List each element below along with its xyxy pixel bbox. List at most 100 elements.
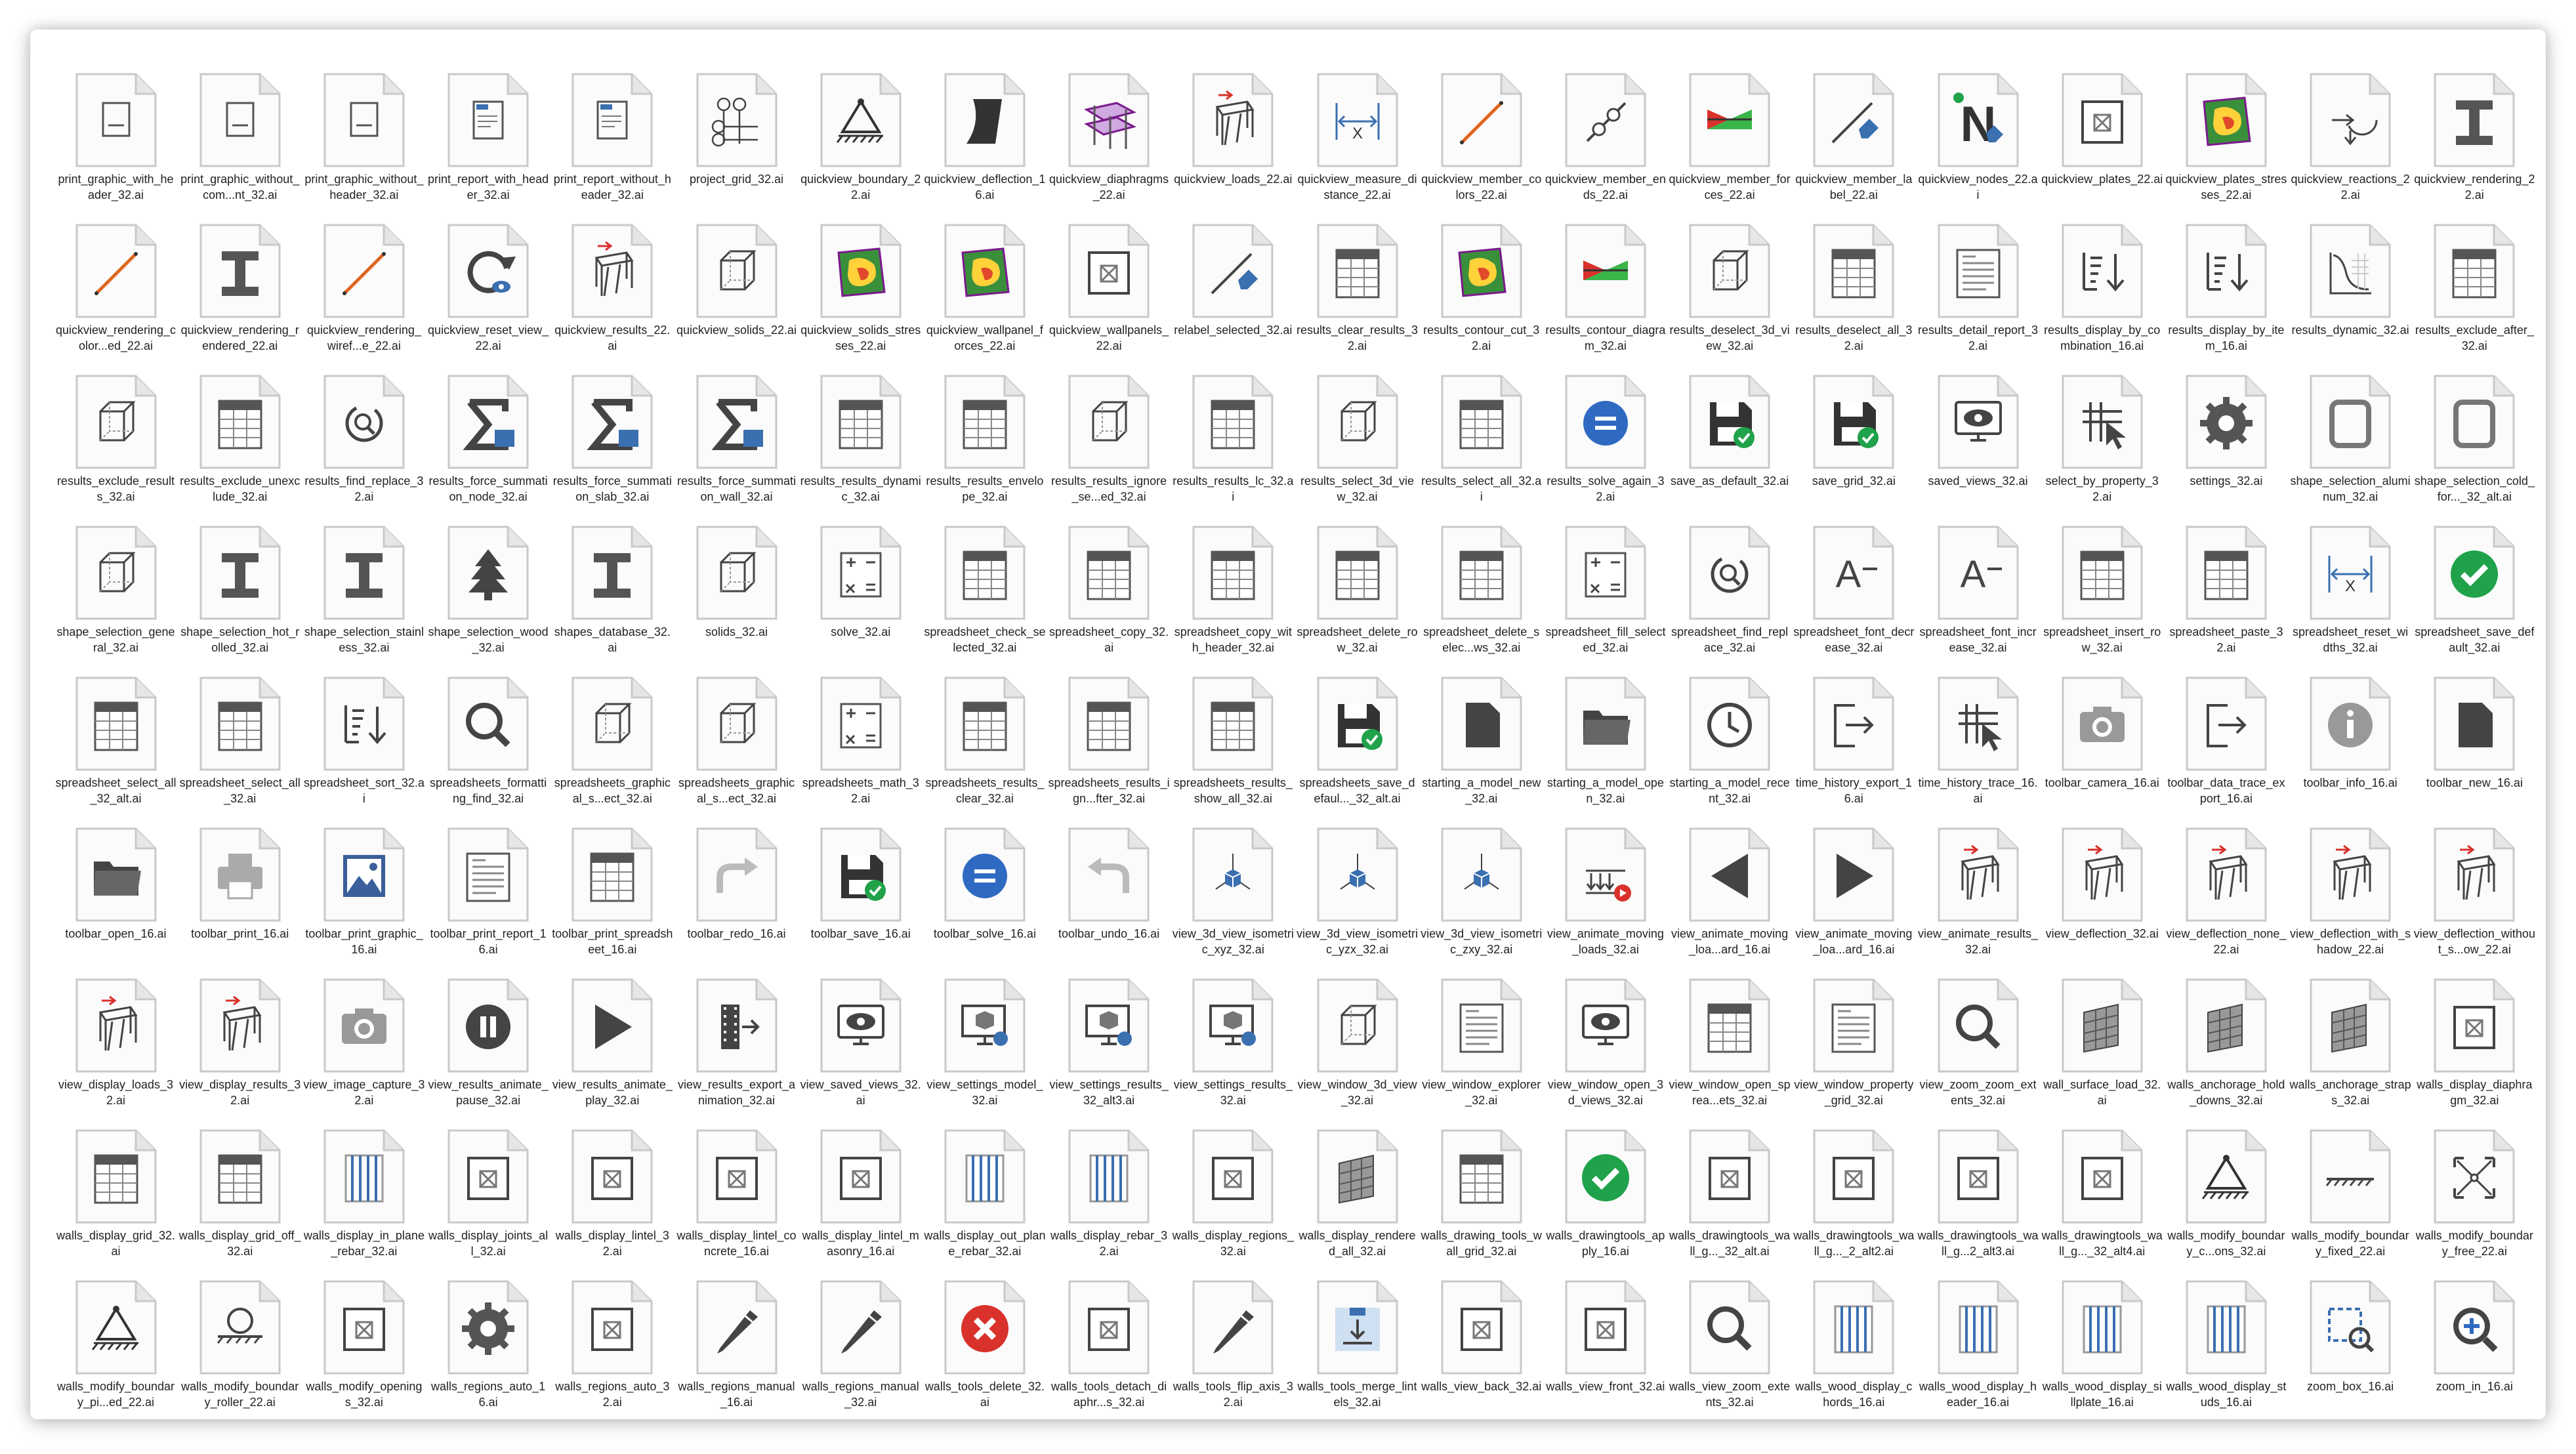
file-item[interactable]: results_exclude_unexclude_32.ai bbox=[177, 354, 302, 505]
file-item[interactable]: starting_a_model_new_32.ai bbox=[1419, 655, 1544, 806]
file-item[interactable]: spreadsheet_delete_row_32.ai bbox=[1295, 505, 1420, 655]
file-item[interactable]: select_by_property_32.ai bbox=[2039, 354, 2165, 505]
file-item[interactable]: quickview_member_ends_22.ai bbox=[1543, 52, 1668, 203]
file-item[interactable]: results_deselect_all_32.ai bbox=[1791, 203, 1917, 354]
file-item[interactable]: print_report_with_header_32.ai bbox=[426, 52, 551, 203]
file-item[interactable]: walls_modify_boundary_fixed_22.ai bbox=[2288, 1108, 2413, 1259]
file-item[interactable]: quickview_deflection_16.ai bbox=[922, 52, 1047, 203]
file-item[interactable]: view_window_3d_view_32.ai bbox=[1295, 957, 1420, 1108]
file-item[interactable]: walls_drawingtools_wall_g..._2_alt2.ai bbox=[1791, 1108, 1917, 1259]
file-item[interactable]: zoom_in_16.ai bbox=[2412, 1259, 2537, 1410]
file-item[interactable]: results_exclude_after_32.ai bbox=[2412, 203, 2537, 354]
file-item[interactable]: view_settings_results_32_alt3.ai bbox=[1047, 957, 1172, 1108]
file-item[interactable]: view_deflection_32.ai bbox=[2039, 806, 2165, 957]
file-item[interactable]: walls_tools_detach_diaphr...s_32.ai bbox=[1047, 1259, 1172, 1410]
file-item[interactable]: walls_tools_merge_lintels_32.ai bbox=[1295, 1259, 1420, 1410]
file-item[interactable]: quickview_diaphragms_22.ai bbox=[1047, 52, 1172, 203]
file-item[interactable]: quickview_reactions_22.ai bbox=[2288, 52, 2413, 203]
file-item[interactable]: view_image_capture_32.ai bbox=[301, 957, 426, 1108]
file-item[interactable]: walls_wood_display_studs_16.ai bbox=[2163, 1259, 2289, 1410]
file-item[interactable]: walls_wood_display_chords_16.ai bbox=[1791, 1259, 1917, 1410]
file-item[interactable]: zoom_box_16.ai bbox=[2288, 1259, 2413, 1410]
file-item[interactable]: walls_view_back_32.ai bbox=[1419, 1259, 1544, 1410]
file-item[interactable]: walls_display_in_plane_rebar_32.ai bbox=[301, 1108, 426, 1259]
file-item[interactable]: toolbar_camera_16.ai bbox=[2039, 655, 2165, 806]
file-item[interactable]: walls_display_rendered_all_32.ai bbox=[1295, 1108, 1420, 1259]
file-item[interactable]: quickview_rendering_22.ai bbox=[2412, 52, 2537, 203]
file-item[interactable]: walls_modify_boundary_roller_22.ai bbox=[177, 1259, 302, 1410]
file-item[interactable]: view_window_open_sprea...ets_32.ai bbox=[1667, 957, 1793, 1108]
file-item[interactable]: view_results_export_animation_32.ai bbox=[674, 957, 799, 1108]
file-item[interactable]: walls_wood_display_sillplate_16.ai bbox=[2039, 1259, 2165, 1410]
file-item[interactable]: spreadsheet_select_all_32_alt.ai bbox=[53, 655, 178, 806]
file-item[interactable]: wall_surface_load_32.ai bbox=[2039, 957, 2165, 1108]
file-item[interactable]: spreadsheets_results_show_all_32.ai bbox=[1171, 655, 1296, 806]
file-item[interactable]: view_results_animate_play_32.ai bbox=[550, 957, 675, 1108]
file-item[interactable]: view_window_open_3d_views_32.ai bbox=[1543, 957, 1668, 1108]
file-item[interactable]: save_as_default_32.ai bbox=[1667, 354, 1793, 505]
file-item[interactable]: view_results_animate_pause_32.ai bbox=[426, 957, 551, 1108]
file-item[interactable]: spreadsheet_fill_selected_32.ai bbox=[1543, 505, 1668, 655]
file-item[interactable]: results_force_summation_slab_32.ai bbox=[550, 354, 675, 505]
file-item[interactable]: spreadsheets_math_32.ai bbox=[798, 655, 923, 806]
file-item[interactable]: quickview_member_forces_22.ai bbox=[1667, 52, 1793, 203]
file-item[interactable]: toolbar_data_trace_export_16.ai bbox=[2163, 655, 2289, 806]
file-item[interactable]: view_settings_results_32.ai bbox=[1171, 957, 1296, 1108]
file-item[interactable]: walls_tools_delete_32.ai bbox=[922, 1259, 1047, 1410]
file-item[interactable]: results_results_ignore_se...ed_32.ai bbox=[1047, 354, 1172, 505]
file-item[interactable]: shape_selection_aluminum_32.ai bbox=[2288, 354, 2413, 505]
file-item[interactable]: toolbar_print_report_16.ai bbox=[426, 806, 551, 957]
file-item[interactable]: results_contour_cut_32.ai bbox=[1419, 203, 1544, 354]
file-item[interactable]: view_display_results_32.ai bbox=[177, 957, 302, 1108]
file-item[interactable]: view_display_loads_32.ai bbox=[53, 957, 178, 1108]
file-item[interactable]: spreadsheet_insert_row_32.ai bbox=[2039, 505, 2165, 655]
file-item[interactable]: walls_display_lintel_masonry_16.ai bbox=[798, 1108, 923, 1259]
file-item[interactable]: view_animate_moving_loa...ard_16.ai bbox=[1791, 806, 1917, 957]
file-item[interactable]: saved_views_32.ai bbox=[1915, 354, 2041, 505]
file-item[interactable]: view_window_property_grid_32.ai bbox=[1791, 957, 1917, 1108]
file-item[interactable]: spreadsheet_copy_32.ai bbox=[1047, 505, 1172, 655]
file-item[interactable]: shape_selection_cold_for..._32_alt.ai bbox=[2412, 354, 2537, 505]
file-item[interactable]: walls_display_lintel_concrete_16.ai bbox=[674, 1108, 799, 1259]
file-item[interactable]: quickview_wallpanels_22.ai bbox=[1047, 203, 1172, 354]
file-item[interactable]: walls_display_rebar_32.ai bbox=[1047, 1108, 1172, 1259]
file-item[interactable]: view_window_explorer_32.ai bbox=[1419, 957, 1544, 1108]
file-item[interactable]: walls_regions_manual_32.ai bbox=[798, 1259, 923, 1410]
file-item[interactable]: solve_32.ai bbox=[798, 505, 923, 655]
file-item[interactable]: walls_drawingtools_wall_g..._32_alt.ai bbox=[1667, 1108, 1793, 1259]
file-item[interactable]: print_graphic_with_header_32.ai bbox=[53, 52, 178, 203]
file-item[interactable]: quickview_rendering_color...ed_22.ai bbox=[53, 203, 178, 354]
file-item[interactable]: settings_32.ai bbox=[2163, 354, 2289, 505]
file-item[interactable]: walls_drawing_tools_wall_grid_32.ai bbox=[1419, 1108, 1544, 1259]
file-item[interactable]: results_results_envelope_32.ai bbox=[922, 354, 1047, 505]
file-item[interactable]: results_force_summation_node_32.ai bbox=[426, 354, 551, 505]
file-item[interactable]: results_dynamic_32.ai bbox=[2288, 203, 2413, 354]
file-item[interactable]: spreadsheets_results_clear_32.ai bbox=[922, 655, 1047, 806]
file-item[interactable]: spreadsheet_delete_selec...ws_32.ai bbox=[1419, 505, 1544, 655]
file-item[interactable]: view_deflection_with_shadow_22.ai bbox=[2288, 806, 2413, 957]
file-item[interactable]: results_clear_results_32.ai bbox=[1295, 203, 1420, 354]
file-item[interactable]: toolbar_save_16.ai bbox=[798, 806, 923, 957]
file-item[interactable]: quickview_rendering_wiref...e_22.ai bbox=[301, 203, 426, 354]
file-item[interactable]: walls_display_grid_off_32.ai bbox=[177, 1108, 302, 1259]
file-item[interactable]: starting_a_model_open_32.ai bbox=[1543, 655, 1668, 806]
file-item[interactable]: quickview_loads_22.ai bbox=[1171, 52, 1296, 203]
file-item[interactable]: toolbar_new_16.ai bbox=[2412, 655, 2537, 806]
file-item[interactable]: walls_drawingtools_wall_g...2_alt3.ai bbox=[1915, 1108, 2041, 1259]
file-item[interactable]: walls_drawingtools_apply_16.ai bbox=[1543, 1108, 1668, 1259]
file-item[interactable]: results_select_all_32.ai bbox=[1419, 354, 1544, 505]
file-item[interactable]: toolbar_print_spreadsheet_16.ai bbox=[550, 806, 675, 957]
file-item[interactable]: quickview_member_colors_22.ai bbox=[1419, 52, 1544, 203]
file-item[interactable]: spreadsheets_save_defaul..._32_alt.ai bbox=[1295, 655, 1420, 806]
file-item[interactable]: Xspreadsheet_reset_widths_32.ai bbox=[2288, 505, 2413, 655]
file-item[interactable]: toolbar_print_graphic_16.ai bbox=[301, 806, 426, 957]
file-item[interactable]: walls_regions_auto_16.ai bbox=[426, 1259, 551, 1410]
file-item[interactable]: walls_display_diaphragm_32.ai bbox=[2412, 957, 2537, 1108]
file-item[interactable]: results_force_summation_wall_32.ai bbox=[674, 354, 799, 505]
file-item[interactable]: spreadsheets_graphical_s...ect_32.ai bbox=[674, 655, 799, 806]
file-item[interactable]: quickview_solids_stresses_22.ai bbox=[798, 203, 923, 354]
file-item[interactable]: view_animate_moving_loads_32.ai bbox=[1543, 806, 1668, 957]
file-item[interactable]: quickview_solids_22.ai bbox=[674, 203, 799, 354]
file-item[interactable]: print_graphic_without_com...nt_32.ai bbox=[177, 52, 302, 203]
file-item[interactable]: walls_view_front_32.ai bbox=[1543, 1259, 1668, 1410]
